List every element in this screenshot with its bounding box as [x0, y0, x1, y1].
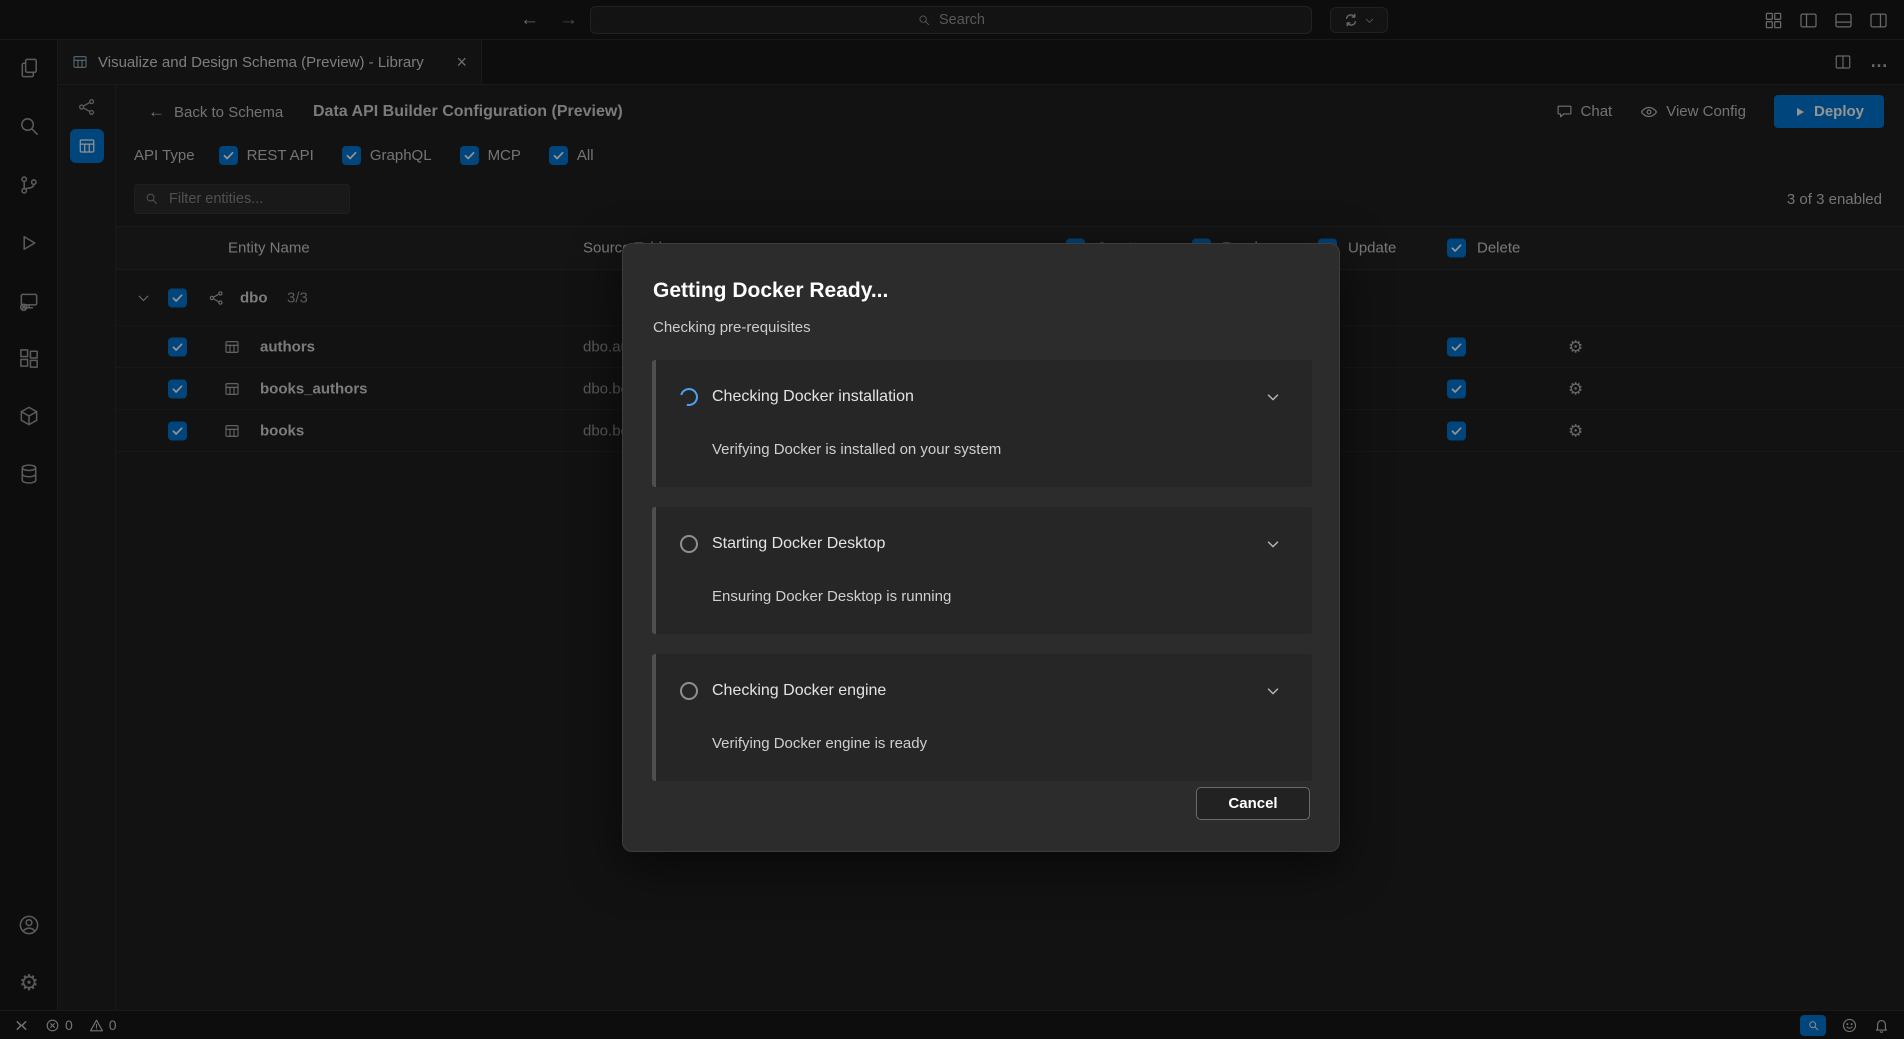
dialog-title: Getting Docker Ready...	[653, 278, 888, 304]
chevron-down-icon[interactable]	[1264, 682, 1282, 700]
pending-circle-icon	[680, 535, 698, 553]
spinner-icon	[677, 385, 702, 410]
step-label: Checking Docker engine	[712, 682, 886, 700]
step-description: Verifying Docker engine is ready	[712, 734, 927, 754]
step-description: Verifying Docker is installed on your sy…	[712, 440, 1001, 460]
step-label: Starting Docker Desktop	[712, 535, 885, 553]
cancel-button[interactable]: Cancel	[1196, 787, 1310, 820]
dialog-subtitle: Checking pre-requisites	[653, 318, 811, 338]
step-checking-docker-engine: Checking Docker engine Verifying Docker …	[652, 654, 1312, 781]
step-header[interactable]: Checking Docker engine	[680, 678, 1282, 704]
vscode-window: ← → Search	[0, 0, 1904, 1039]
step-starting-docker-desktop: Starting Docker Desktop Ensuring Docker …	[652, 507, 1312, 634]
step-header[interactable]: Checking Docker installation	[680, 384, 1282, 410]
step-description: Ensuring Docker Desktop is running	[712, 587, 951, 607]
pending-circle-icon	[680, 682, 698, 700]
chevron-down-icon[interactable]	[1264, 535, 1282, 553]
step-checking-docker-installation: Checking Docker installation Verifying D…	[652, 360, 1312, 487]
docker-ready-dialog: Getting Docker Ready... Checking pre-req…	[622, 243, 1340, 852]
step-header[interactable]: Starting Docker Desktop	[680, 531, 1282, 557]
step-label: Checking Docker installation	[712, 388, 914, 406]
chevron-down-icon[interactable]	[1264, 388, 1282, 406]
